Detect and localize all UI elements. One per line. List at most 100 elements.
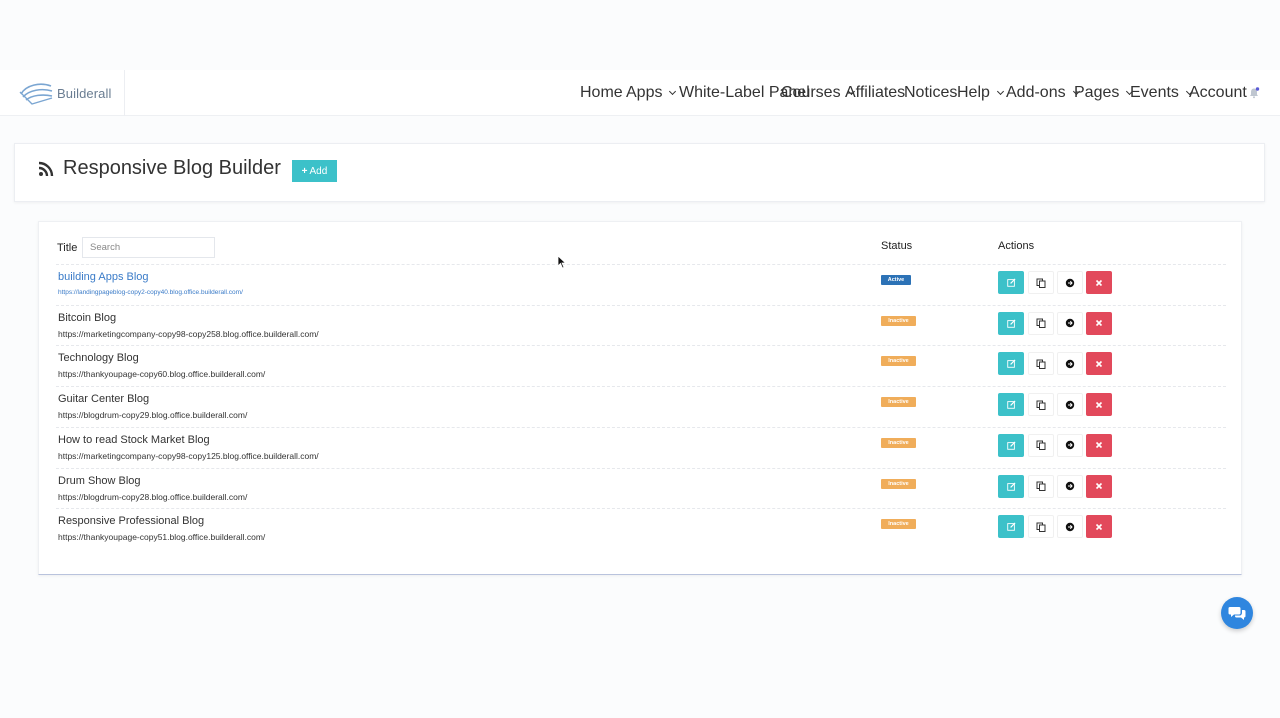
duplicate-button[interactable] [1028,352,1054,376]
nav-affiliates[interactable]: Affiliates [845,70,905,116]
delete-button[interactable] [1086,271,1112,294]
chat-icon [1228,607,1246,620]
edit-icon [1006,522,1016,531]
blog-url[interactable]: https://marketingcompany-copy98-copy258.… [58,329,319,339]
edit-button[interactable] [998,515,1024,539]
edit-icon [1006,278,1016,287]
open-button[interactable] [1057,311,1083,335]
close-icon [1095,279,1103,286]
copy-icon [1036,359,1046,369]
nav-label: Events [1130,84,1179,101]
table-row: How to read Stock Market Blog https://ma… [56,426,1226,468]
blog-table: Title Status Actions building Apps Blog … [38,221,1242,575]
close-icon [1095,442,1103,449]
builderall-logo-icon [19,83,53,105]
top-navbar: Builderall Home Apps White-Label Panel C… [0,70,1280,116]
duplicate-button[interactable] [1028,433,1054,457]
edit-button[interactable] [998,311,1024,335]
copy-icon [1036,440,1046,451]
blog-title[interactable]: building Apps Blog [58,271,149,283]
arrow-right-circle-icon [1065,359,1075,369]
blog-url[interactable]: https://blogdrum-copy28.blog.office.buil… [58,492,247,502]
status-badge: Inactive [881,315,916,326]
plus-icon: + [301,165,308,177]
status-badge: Inactive [881,437,916,448]
delete-button[interactable] [1086,393,1112,417]
edit-button[interactable] [998,271,1024,294]
column-header-title: Title [57,242,78,254]
arrow-right-circle-icon [1065,481,1075,491]
blog-url[interactable]: https://thankyoupage-copy51.blog.office.… [58,532,265,542]
nav-label: Account [1189,84,1247,101]
edit-button[interactable] [998,352,1024,376]
nav-account[interactable]: Account [1189,70,1247,116]
page-header: Responsive Blog Builder + Add [14,143,1265,202]
table-row: Drum Show Blog https://blogdrum-copy28.b… [56,467,1226,509]
blog-url[interactable]: https://thankyoupage-copy60.blog.office.… [58,369,265,379]
close-icon [1095,360,1103,367]
edit-icon [1006,319,1016,328]
nav-help[interactable]: Help [957,70,1004,116]
arrow-right-circle-icon [1065,318,1075,328]
table-row: Bitcoin Blog https://marketingcompany-co… [56,304,1226,346]
open-button[interactable] [1057,515,1083,539]
edit-button[interactable] [998,433,1024,457]
nav-notices[interactable]: Notices [904,70,957,116]
page-title: Responsive Blog Builder [63,157,281,179]
delete-button[interactable] [1086,352,1112,376]
table-row: Guitar Center Blog https://blogdrum-copy… [56,386,1226,427]
table-row: Technology Blog https://thankyoupage-cop… [56,345,1226,386]
edit-icon [1006,359,1016,369]
mouse-cursor-icon [557,255,567,269]
blog-url[interactable]: https://blogdrum-copy29.blog.office.buil… [58,410,247,420]
search-input[interactable] [82,237,215,258]
delete-button[interactable] [1086,474,1112,498]
duplicate-button[interactable] [1028,271,1054,294]
bell-icon[interactable] [1248,87,1260,99]
blog-title: Responsive Professional Blog [58,515,205,528]
chevron-down-icon [669,87,677,96]
nav-label: Pages [1074,84,1120,101]
rss-icon [38,161,54,177]
copy-icon [1036,278,1046,288]
nav-apps[interactable]: Apps [626,70,677,116]
blog-url[interactable]: https://marketingcompany-copy98-copy125.… [58,451,319,461]
brand-logo[interactable]: Builderall [0,70,125,116]
delete-button[interactable] [1086,311,1112,335]
duplicate-button[interactable] [1028,393,1054,417]
add-button[interactable]: + Add [292,160,337,182]
nav-label: Affiliates [845,84,906,101]
chat-button[interactable] [1221,597,1253,629]
nav-pages[interactable]: Pages [1074,70,1134,116]
nav-courses[interactable]: Courses [781,70,855,116]
table-row: building Apps Blog https://landingpagebl… [56,264,1226,305]
open-button[interactable] [1057,271,1083,294]
blog-title: How to read Stock Market Blog [58,433,210,446]
open-button[interactable] [1057,393,1083,417]
nav-add-ons[interactable]: Add-ons [1006,70,1080,116]
edit-icon [1006,441,1016,450]
edit-button[interactable] [998,474,1024,498]
open-button[interactable] [1057,433,1083,457]
blog-url[interactable]: https://landingpageblog-copy2-copy40.blo… [58,289,243,296]
duplicate-button[interactable] [1028,311,1054,335]
open-button[interactable] [1057,474,1083,498]
blog-title: Technology Blog [58,352,139,365]
close-icon [1095,320,1103,327]
status-badge: Inactive [881,397,916,408]
column-header-status: Status [881,240,913,252]
nav-events[interactable]: Events [1130,70,1193,116]
blog-title: Bitcoin Blog [58,311,117,324]
status-badge: Inactive [881,478,916,489]
blog-title: Guitar Center Blog [58,393,150,406]
arrow-right-circle-icon [1065,400,1075,409]
duplicate-button[interactable] [1028,515,1054,539]
arrow-right-circle-icon [1065,522,1075,531]
delete-button[interactable] [1086,433,1112,457]
nav-home[interactable]: Home [580,70,623,116]
edit-button[interactable] [998,393,1024,417]
delete-button[interactable] [1086,515,1112,539]
open-button[interactable] [1057,352,1083,376]
duplicate-button[interactable] [1028,474,1054,498]
nav-label: Notices [904,84,958,101]
